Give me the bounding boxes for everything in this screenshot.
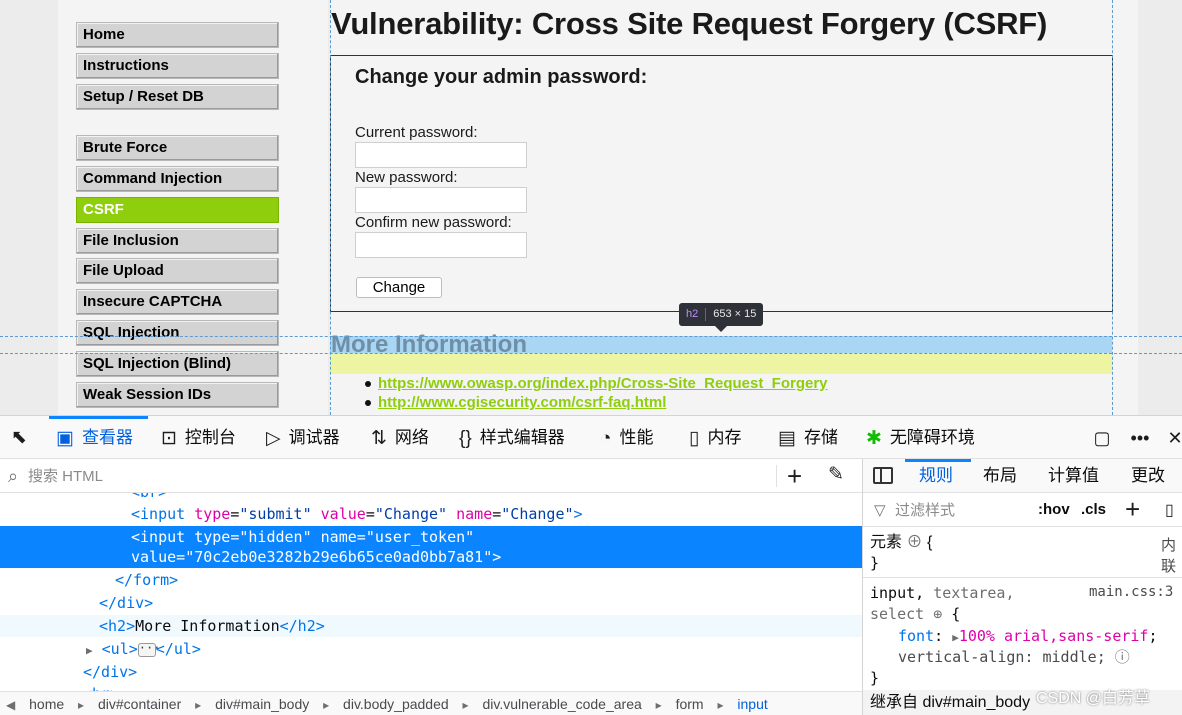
- menu-item-file-inclusion[interactable]: File Inclusion: [76, 228, 279, 254]
- menu-item-command-injection[interactable]: Command Injection: [76, 166, 279, 192]
- menu-item-home[interactable]: Home: [76, 22, 279, 48]
- breadcrumb-input[interactable]: input: [737, 692, 767, 715]
- rule-source-link[interactable]: main.css:3: [1089, 584, 1173, 600]
- classes-toggle[interactable]: .cls: [1081, 501, 1106, 518]
- tab-memory[interactable]: ▯ 内存: [689, 416, 741, 459]
- page-title: Vulnerability: Cross Site Request Forger…: [331, 6, 1048, 41]
- markup-node-div-close[interactable]: </div>: [0, 592, 862, 614]
- tab-console[interactable]: ⊡ 控制台: [161, 416, 236, 459]
- tab-inspector[interactable]: ▣ 查看器: [56, 416, 133, 459]
- tab-network[interactable]: ⇅ 网络: [371, 416, 429, 459]
- breadcrumb-home[interactable]: home: [29, 692, 64, 715]
- confirm-password-field[interactable]: [355, 232, 527, 258]
- performance-icon: ◔: [600, 428, 612, 449]
- add-rule-icon[interactable]: +: [1125, 494, 1140, 524]
- menu-item-csrf[interactable]: CSRF: [76, 197, 279, 223]
- form-heading: Change your admin password:: [355, 66, 648, 88]
- devtools-panel: ⬉ ▣ 查看器 ⊡ 控制台 ▷ 调试器 ⇅ 网络 {} 样式编辑器 ◔ 性能 ▯ 内存 ▤ 存储…: [0, 415, 1182, 715]
- sidebar-tabs: 规则 布局 计算值 更改: [863, 459, 1182, 493]
- menu-item-sql-injection-blind[interactable]: SQL Injection (Blind): [76, 351, 279, 377]
- tab-performance[interactable]: ◔ 性能: [600, 416, 653, 459]
- target-icon: ⊕: [906, 534, 923, 551]
- add-node-icon[interactable]: +: [787, 461, 802, 491]
- confirm-password-label: Confirm new password:: [355, 214, 512, 231]
- markup-node-input-hidden-value[interactable]: value="70c2eb0e3282b29e6b65ce0ad0bb7a81"…: [0, 548, 862, 568]
- declaration-vertical-align[interactable]: vertical-align: middle; ⓘ: [863, 647, 1182, 668]
- inspector-icon: ▣: [56, 428, 74, 449]
- console-icon: ⊡: [161, 428, 177, 449]
- menu-item-setup[interactable]: Setup / Reset DB: [76, 84, 279, 110]
- element-picker-icon[interactable]: ⬉: [6, 425, 32, 451]
- breadcrumb-container[interactable]: div#container: [98, 692, 181, 715]
- filter-icon: ▽: [874, 502, 886, 519]
- chevron-left-icon[interactable]: ◀: [6, 693, 15, 715]
- rules-sidebar: 规则 布局 计算值 更改 ▽ :hov .cls + ▯ 元素 ⊕ { 内联 }…: [863, 459, 1182, 715]
- debugger-icon: ▷: [266, 428, 281, 449]
- page-viewport: Home Instructions Setup / Reset DB Brute…: [0, 0, 1182, 415]
- markup-node-input-submit[interactable]: <input type="submit" value="Change" name…: [0, 503, 862, 525]
- menu-item-brute-force[interactable]: Brute Force: [76, 135, 279, 161]
- link-cgisecurity-csrf[interactable]: http://www.cgisecurity.com/csrf-faq.html: [378, 394, 666, 411]
- breadcrumb-body-padded[interactable]: div.body_padded: [343, 692, 449, 715]
- more-options-icon[interactable]: •••: [1127, 425, 1153, 451]
- accessibility-icon: ✱: [866, 428, 882, 449]
- expand-icon[interactable]: ▶: [86, 644, 93, 657]
- current-password-field[interactable]: [355, 142, 527, 168]
- change-button[interactable]: Change: [356, 277, 442, 298]
- watermark: CSDN @白芳草: [1036, 690, 1151, 707]
- hover-states-toggle[interactable]: :hov: [1038, 501, 1070, 518]
- breadcrumb-form[interactable]: form: [676, 692, 704, 715]
- tab-debugger[interactable]: ▷ 调试器: [266, 416, 340, 459]
- collapsed-children-icon[interactable]: ···: [137, 642, 160, 657]
- storage-icon: ▤: [778, 428, 796, 449]
- markup-node-h2[interactable]: <h2>More Information</h2>: [0, 615, 862, 637]
- style-editor-icon: {}: [459, 428, 472, 449]
- markup-node-form-close[interactable]: </form>: [0, 569, 862, 591]
- markup-node-ul[interactable]: ▶ <ul>···</ul>: [0, 638, 862, 660]
- tab-computed[interactable]: 计算值: [1048, 459, 1099, 493]
- markup-view: <br> <input type="submit" value="Change"…: [0, 493, 862, 691]
- tab-style-editor[interactable]: {} 样式编辑器: [459, 416, 565, 459]
- tab-accessibility[interactable]: ✱ 无障碍环境: [866, 416, 975, 459]
- menu-item-file-upload[interactable]: File Upload: [76, 258, 279, 284]
- tab-changes[interactable]: 更改: [1131, 459, 1165, 493]
- tab-storage[interactable]: ▤ 存储: [778, 416, 838, 459]
- eyedropper-icon[interactable]: ✎: [828, 463, 844, 486]
- tab-rules[interactable]: 规则: [919, 459, 953, 493]
- screen: Home Instructions Setup / Reset DB Brute…: [0, 0, 1182, 715]
- search-html-input[interactable]: [28, 465, 768, 487]
- current-password-label: Current password:: [355, 124, 478, 141]
- html-search-bar: ⌕ + ✎: [0, 459, 862, 493]
- markup-node-div-close-2[interactable]: </div>: [0, 661, 862, 683]
- search-icon: ⌕: [8, 466, 19, 486]
- menu-item-sql-injection[interactable]: SQL Injection: [76, 320, 279, 346]
- highlighter-tooltip: h2 653 × 15: [679, 303, 764, 326]
- filter-styles-row: ▽ :hov .cls + ▯: [863, 493, 1182, 527]
- breadcrumb-vulnerable-code-area[interactable]: div.vulnerable_code_area: [482, 692, 641, 715]
- menu-item-weak-session-ids[interactable]: Weak Session IDs: [76, 382, 279, 408]
- tab-layout[interactable]: 布局: [983, 459, 1017, 493]
- responsive-design-icon[interactable]: ▢: [1089, 425, 1115, 451]
- link-owasp-csrf[interactable]: https://www.owasp.org/index.php/Cross-Si…: [378, 375, 828, 392]
- memory-icon: ▯: [689, 428, 700, 449]
- filter-styles-input[interactable]: [895, 500, 1035, 520]
- devtools-toolbar: ⬉ ▣ 查看器 ⊡ 控制台 ▷ 调试器 ⇅ 网络 {} 样式编辑器 ◔ 性能 ▯ 内存 ▤ 存储…: [0, 416, 1182, 459]
- new-password-label: New password:: [355, 169, 458, 186]
- breadcrumb: ◀ home ▸ div#container ▸ div#main_body ▸…: [0, 691, 862, 715]
- menu-item-insecure-captcha[interactable]: Insecure CAPTCHA: [76, 289, 279, 315]
- breadcrumb-main-body[interactable]: div#main_body: [215, 692, 309, 715]
- new-password-field[interactable]: [355, 187, 527, 213]
- element-rule: 元素 ⊕ {: [870, 534, 933, 551]
- menu-item-instructions[interactable]: Instructions: [76, 53, 279, 79]
- print-media-icon[interactable]: ▯: [1165, 500, 1174, 520]
- target-icon: ⊕: [933, 605, 943, 623]
- network-icon: ⇅: [371, 428, 387, 449]
- toggle-pane-icon[interactable]: [873, 467, 893, 484]
- markup-node-input-hidden[interactable]: <input type="hidden" name="user_token": [0, 526, 862, 548]
- close-icon[interactable]: ✕: [1162, 425, 1182, 451]
- info-icon[interactable]: ⓘ: [1115, 648, 1130, 666]
- declaration-font[interactable]: font: ▶100% arial,sans-serif;: [863, 626, 1182, 647]
